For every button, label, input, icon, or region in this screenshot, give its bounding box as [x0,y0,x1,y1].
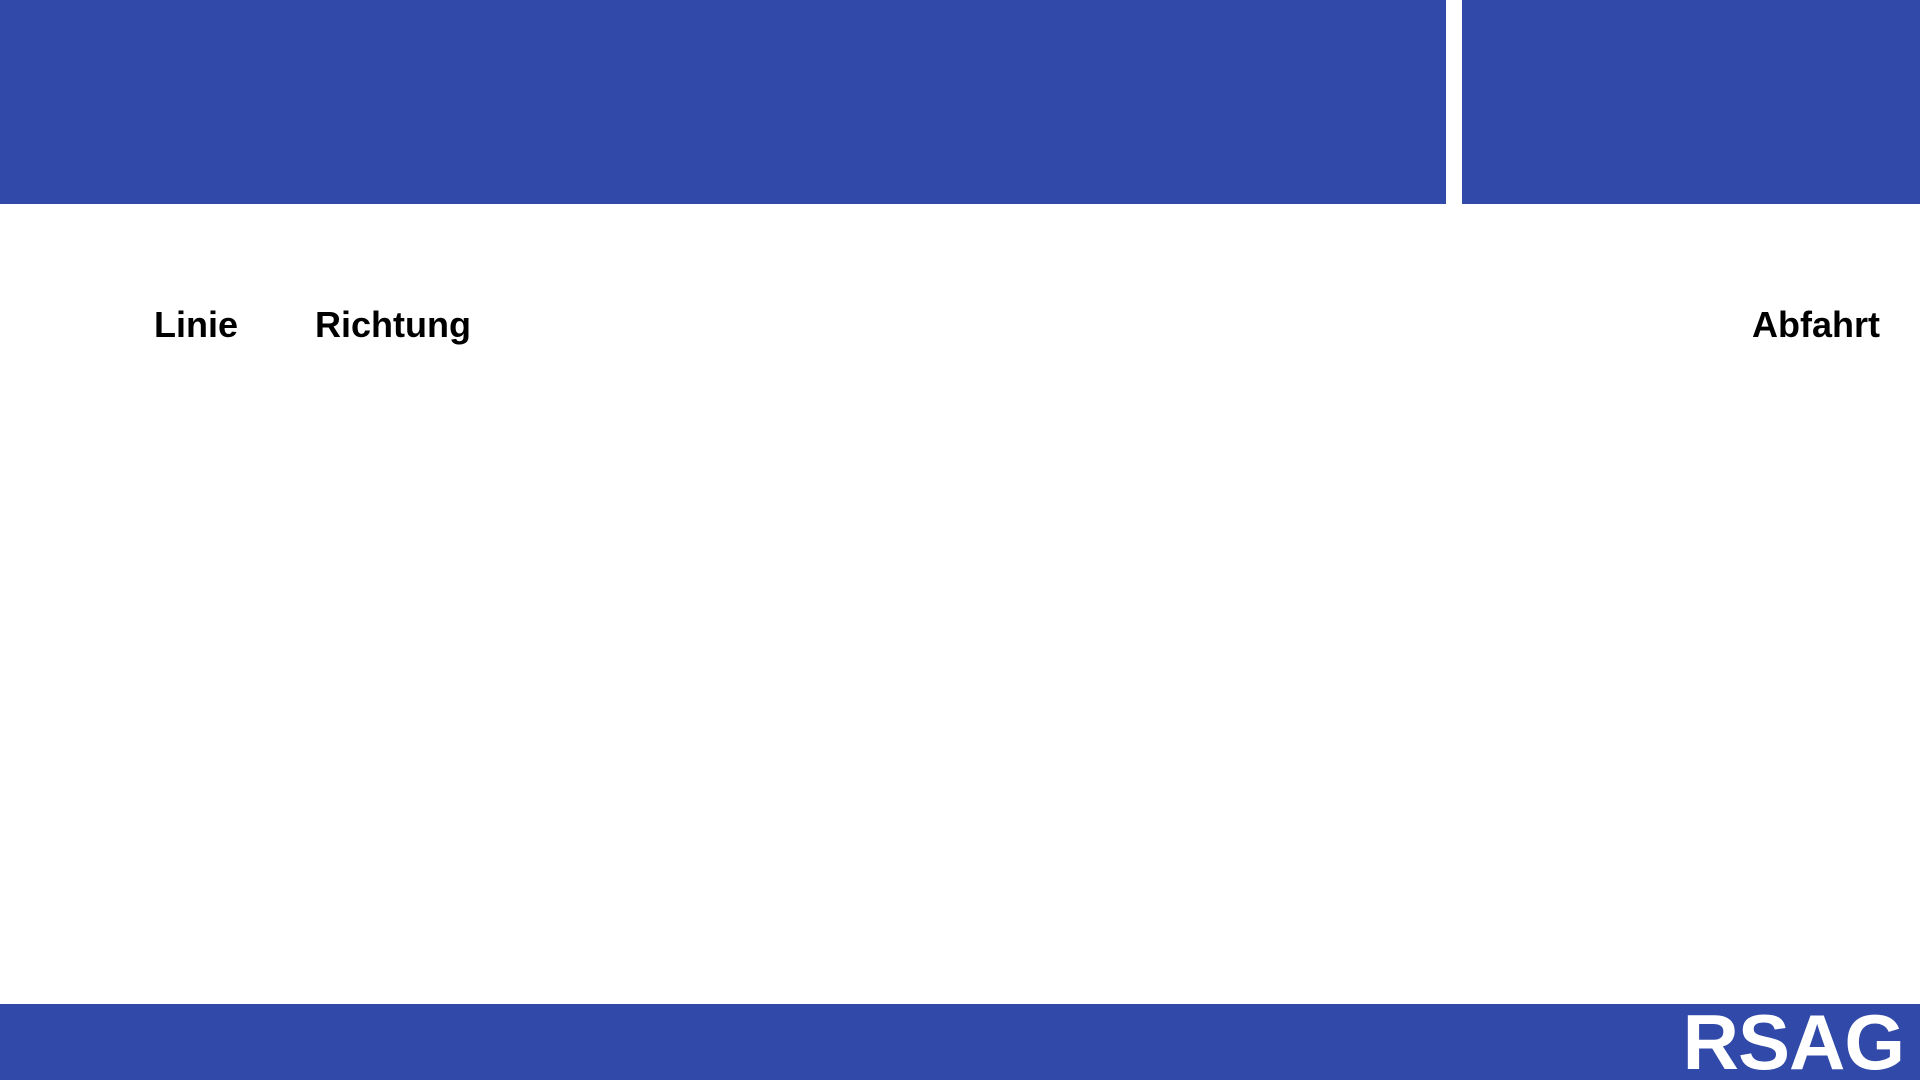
column-header-departure: Abfahrt [1752,304,1880,345]
column-header-row: Linie Richtung Abfahrt [0,300,1920,350]
column-header-direction: Richtung [315,304,471,345]
column-header-line: Linie [154,304,239,345]
header-banner-main [0,0,1446,204]
departure-board: Linie Richtung Abfahrt RSAG [0,0,1920,1080]
rsag-logo: RSAG [1682,998,1905,1080]
footer-bar: RSAG [0,998,1920,1080]
header-banner-side [1462,0,1920,204]
